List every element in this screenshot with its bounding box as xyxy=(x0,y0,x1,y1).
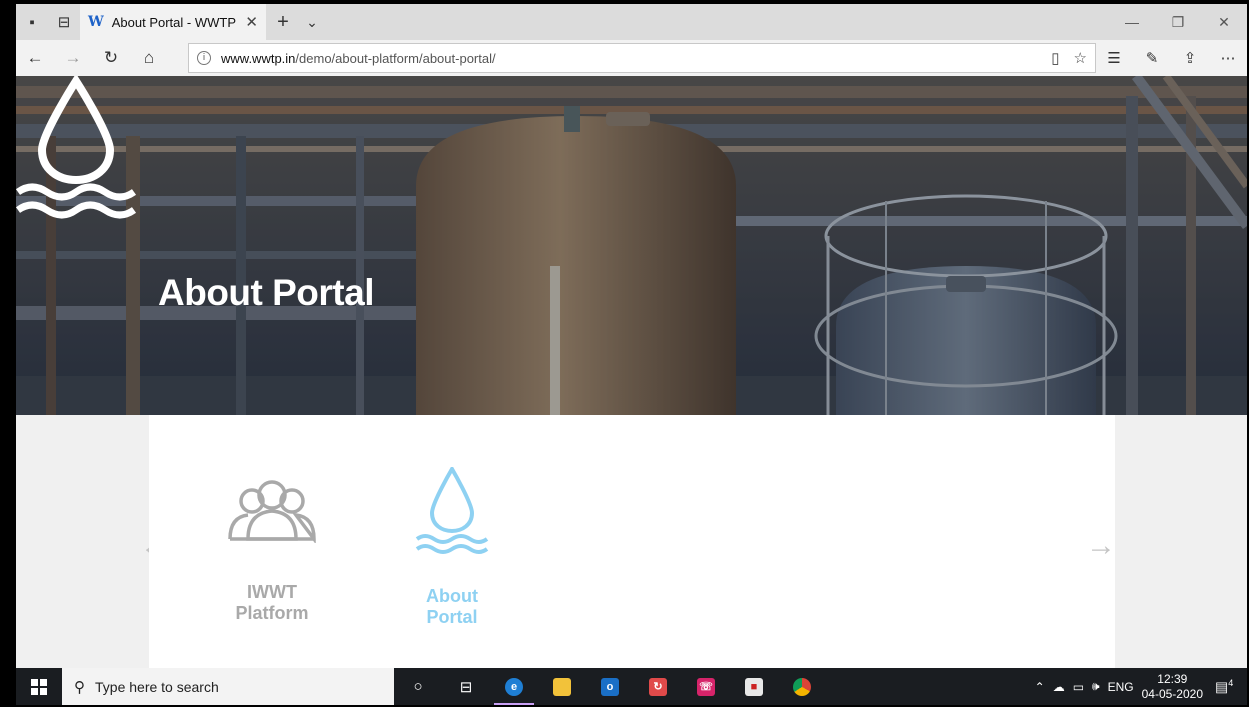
favorites-list-icon[interactable]: ☰ xyxy=(1095,40,1133,76)
notifications-icon[interactable]: ▤4 xyxy=(1215,678,1239,696)
cortana-icon[interactable]: ○ xyxy=(394,668,442,705)
tabs-aside-icon[interactable]: ⊟ xyxy=(48,4,80,40)
home-icon[interactable]: ⌂ xyxy=(130,40,168,76)
windows-taskbar: ⚲ Type here to search ○ ⊟ e o ↻ ☏ ■ ⌃ ☁ … xyxy=(16,668,1247,705)
slider-item-label-line2: Platform xyxy=(235,603,309,623)
system-tray: ⌃ ☁ ▭ 🕪 ENG 12:39 04-05-2020 ▤4 xyxy=(1035,668,1247,705)
forward-icon[interactable]: → xyxy=(54,40,92,76)
slider-item-label-line1: IWWT xyxy=(247,582,297,602)
site-info-icon[interactable]: i xyxy=(197,51,211,65)
whatsapp-icon[interactable]: ☏ xyxy=(682,668,730,705)
more-icon[interactable]: ⋯ xyxy=(1209,40,1247,76)
tab-title: About Portal - WWTP xyxy=(111,14,236,30)
wwtp-favicon-icon: W xyxy=(88,14,104,30)
hero-banner: About Portal xyxy=(16,76,1247,415)
windows-start-icon[interactable] xyxy=(16,668,62,705)
file-explorer-icon[interactable] xyxy=(538,668,586,705)
new-tab-button[interactable]: + xyxy=(266,11,300,34)
outlook-icon[interactable]: o xyxy=(586,668,634,705)
volume-icon[interactable]: 🕪 xyxy=(1092,679,1100,694)
address-bar[interactable]: i www.wwtp.in/demo/about-platform/about-… xyxy=(188,43,1096,73)
reading-view-icon[interactable]: ▯ xyxy=(1051,49,1059,67)
page-title: About Portal xyxy=(158,272,374,313)
language-indicator[interactable]: ENG xyxy=(1108,680,1134,694)
close-window-icon[interactable]: ✕ xyxy=(1201,4,1247,40)
favorite-star-icon[interactable]: ☆ xyxy=(1074,49,1087,67)
browser-tab-active[interactable]: W About Portal - WWTP ✕ xyxy=(80,4,266,40)
refresh-icon[interactable]: ↻ xyxy=(92,40,130,76)
minimize-icon[interactable]: — xyxy=(1109,4,1155,40)
clock[interactable]: 12:39 04-05-2020 xyxy=(1142,672,1203,702)
content-area: ← IWWT Platform About xyxy=(16,415,1247,668)
tab-actions-icon[interactable]: ▪ xyxy=(16,4,48,40)
edge-browser-icon[interactable]: e xyxy=(490,668,538,705)
back-icon[interactable]: ← xyxy=(16,40,54,76)
people-icon xyxy=(228,480,316,545)
water-drop-logo-icon xyxy=(16,76,136,219)
slider-item-label-line2: Portal xyxy=(426,607,478,627)
url-path: /demo/about-platform/about-portal/ xyxy=(295,50,496,66)
chevron-up-icon[interactable]: ⌃ xyxy=(1035,680,1045,694)
browser-nav-bar: ← → ↻ ⌂ i www.wwtp.in/demo/about-platfor… xyxy=(16,40,1247,76)
pen-icon[interactable]: ✎ xyxy=(1133,40,1171,76)
app-icon[interactable]: ■ xyxy=(730,668,778,705)
water-drop-icon xyxy=(415,465,489,554)
search-icon: ⚲ xyxy=(74,678,85,696)
slider-item-label-line1: About xyxy=(426,586,478,606)
url-host: www.wwtp.in xyxy=(221,50,296,66)
chrome-icon[interactable] xyxy=(778,668,826,705)
close-tab-icon[interactable]: ✕ xyxy=(245,13,258,31)
clock-date: 04-05-2020 xyxy=(1141,686,1203,701)
browser-tab-bar: ▪ ⊟ W About Portal - WWTP ✕ + ⌄ — ❐ ✕ xyxy=(16,4,1247,40)
taskbar-search-box[interactable]: ⚲ Type here to search xyxy=(62,668,394,705)
notification-count: 4 xyxy=(1228,677,1234,688)
share-icon[interactable]: ⇪ xyxy=(1171,40,1209,76)
industrial-plant-image xyxy=(16,76,1247,415)
sync-app-icon[interactable]: ↻ xyxy=(634,668,682,705)
restore-icon[interactable]: ❐ xyxy=(1155,4,1201,40)
clock-time: 12:39 xyxy=(1157,671,1188,686)
slider-card: IWWT Platform About Portal xyxy=(149,415,1115,668)
network-icon[interactable]: ☁ xyxy=(1053,680,1065,694)
slider-next-arrow-icon[interactable]: → xyxy=(1086,529,1116,563)
slider-item-about-portal[interactable]: About Portal xyxy=(392,465,512,628)
window-controls: — ❐ ✕ xyxy=(1109,4,1247,40)
chevron-down-icon[interactable]: ⌄ xyxy=(300,14,324,31)
slider-item-iwwt-platform[interactable]: IWWT Platform xyxy=(212,477,332,624)
battery-icon[interactable]: ▭ xyxy=(1073,680,1084,694)
search-placeholder: Type here to search xyxy=(95,678,219,695)
task-view-icon[interactable]: ⊟ xyxy=(442,668,490,705)
